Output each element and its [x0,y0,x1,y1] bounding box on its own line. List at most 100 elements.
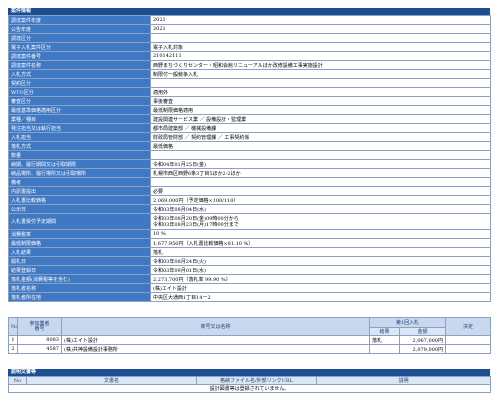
info-row: 落札金額(消費税等を含む) 2,273,700円（落札率 99.90 %） [8,274,491,284]
info-value: 都市局建築部 ／ 機械設備課 [150,123,491,133]
bid-amount: 2,079,000円 [399,344,446,354]
info-value: 210142111 [150,51,491,61]
bids-table: No 参加業者 番号 商号又は名称 第1回入札 決定 結果 金額 18083(株… [8,317,491,354]
info-label: WTO区分 [8,87,151,97]
info-row: 消費税率 10 % [8,229,491,239]
bid-bidder-no: 8083 [17,335,62,345]
info-value: 中央区大通西1丁目14ー2 [150,292,491,302]
info-value: 最低価格 [150,141,491,151]
info-label: 入札書受付予定期間 [8,213,151,230]
info-row: 入札書受付予定期間 令和03年08月20日(金)09時00分から 令和03年08月… [8,213,491,230]
bid-name: (株)共神設備設計事務所 [61,344,370,354]
info-value: 建設関連サービス業 ／ 設備設計・監理業 [150,114,491,124]
info-row: 電子入札案件区分 電子入札対象 [8,42,491,52]
info-label: 開札日 [8,256,151,266]
bid-name: (株)エイト設計 [61,335,370,345]
info-label: 数量 [8,150,151,160]
info-label: 納期、履行期間又は引取期限 [8,159,151,169]
info-row: 数量 [8,150,491,160]
info-value: 1,677,950円（入札書比較価格×81.10 %） [150,238,491,248]
info-row: 調達案件番号 210142111 [8,51,491,61]
info-table: 調達案件年度 2021 公告年度 2021 調達区分 電子入札案件区分 電子入札対象 調達案件… [8,15,491,302]
info-label: 調達案件番号 [8,51,151,61]
info-label: 落札者所在地 [8,292,151,302]
info-value: 令和03年08月24日(火) [150,256,491,266]
info-row: 落札方式 最低価格 [8,141,491,151]
info-label: 発注担当又は執行担当 [8,123,151,133]
info-value: 西野まちづくりセンター・昭和会館リニューアルほか改修設備工事実施設計 [150,60,491,70]
info-label: 入札結果 [8,247,151,257]
info-value [150,33,491,43]
info-label: 内訳書提出 [8,186,151,196]
info-value: 適用外 [150,87,491,97]
docs-col-note: 説明 [316,376,491,385]
info-value: 2,273,700円（落札率 99.90 %） [150,274,491,284]
bid-result [369,344,400,354]
col-decision: 決定 [445,317,491,336]
info-value [150,177,491,187]
col-name: 商号又は名称 [61,317,370,336]
info-row: 入札書比較価格 2,069,000円（予定価格×100/110） [8,195,491,205]
info-label: 落札者名称 [8,283,151,293]
info-label: 公示日 [8,204,151,214]
info-row: 入札担当 財政局管財部 ／ 契約管理課 ／ 工事契約係 [8,132,491,142]
info-label: 電子入札案件区分 [8,42,151,52]
info-section-title: 案件情報 [8,8,490,15]
info-value: 令和03年09月01日(水) [150,265,491,275]
docs-col-file: 格納ファイル名/外部リンクURL [196,376,317,385]
info-value: 2021 [150,15,491,25]
info-value: 10 % [150,229,491,239]
bid-decision [445,335,491,345]
info-value: 必要 [150,186,491,196]
info-row: 審査区分 事後審査 [8,96,491,106]
info-row: 備考 [8,177,491,187]
info-label: 入札書比較価格 [8,195,151,205]
info-row: 公告年度 2021 [8,24,491,34]
info-label: 入札方式 [8,69,151,79]
info-row: 公示日 令和03年08月04日(水) [8,204,491,214]
info-row: 調達案件名称 西野まちづくりセンター・昭和会館リニューアルほか改修設備工事実施設計 [8,60,491,70]
info-row: 発注担当又は執行担当 都市局建築部 ／ 機械設備課 [8,123,491,133]
info-row: 契約区分 [8,78,491,88]
info-label: 納品場所、履行場所又は引取場所 [8,168,151,178]
info-value: 最低制限価格適用 [150,105,491,115]
info-label: 入札担当 [8,132,151,142]
docs-col-no: No [8,376,27,385]
info-row: 結果登録日 令和03年09月01日(水) [8,265,491,275]
info-label: 備考 [8,177,151,187]
info-row: WTO区分 適用外 [8,87,491,97]
info-value: 事後審査 [150,96,491,106]
info-row: 内訳書提出 必要 [8,186,491,196]
bid-no: 2 [8,344,18,354]
info-value: 制限付一般競争入札 [150,69,491,79]
col-no: No [8,317,18,336]
info-label: 消費税率 [8,229,151,239]
docs-section-title: 説明文書等 [8,369,490,376]
bid-row: 1 8083 (株)エイト設計 落札 2,067,000円 [8,335,491,345]
info-row: 落札者名称 (株)エイト設計 [8,283,491,293]
info-label: 公告年度 [8,24,151,34]
info-value: (株)エイト設計 [150,283,491,293]
info-row: 入札結果 落札 [8,247,491,257]
info-label: 調達区分 [8,33,151,43]
bid-row: 2 4587 (株)共神設備設計事務所 2,079,000円 [8,344,491,354]
info-value: 令和03年08月20日(金)09時00分から 令和03年08月23日(月)17時… [150,213,491,230]
info-value: 札幌市西区西野6条3丁目5ほか2-2ほか [150,168,491,178]
info-row: 調達案件年度 2021 [8,15,491,25]
info-value: 令和03年08月04日(水) [150,204,491,214]
info-label: 最低制限価格 [8,238,151,248]
bid-no: 1 [8,335,18,345]
info-label: 審査区分 [8,96,151,106]
info-value: 財政局管財部 ／ 契約管理課 ／ 工事契約係 [150,132,491,142]
info-label: 調達案件名称 [8,60,151,70]
docs-empty-message: 設計図書等は登録されていません。 [8,384,491,393]
col-bidder-no: 参加業者 番号 [17,317,62,336]
info-row: 入札方式 制限付一般競争入札 [8,69,491,79]
info-row: 最低基準価格適用区分 最低制限価格適用 [8,105,491,115]
info-row: 最低制限価格 1,677,950円（入札書比較価格×81.10 %） [8,238,491,248]
docs-table: No 文書名 格納ファイル名/外部リンクURL 説明 設計図書等は登録されていま… [8,376,491,393]
bid-amount: 2,067,000円 [399,335,446,345]
col-round: 第1回入札 [369,317,446,328]
info-value [150,78,491,88]
info-value: 電子入札対象 [150,42,491,52]
